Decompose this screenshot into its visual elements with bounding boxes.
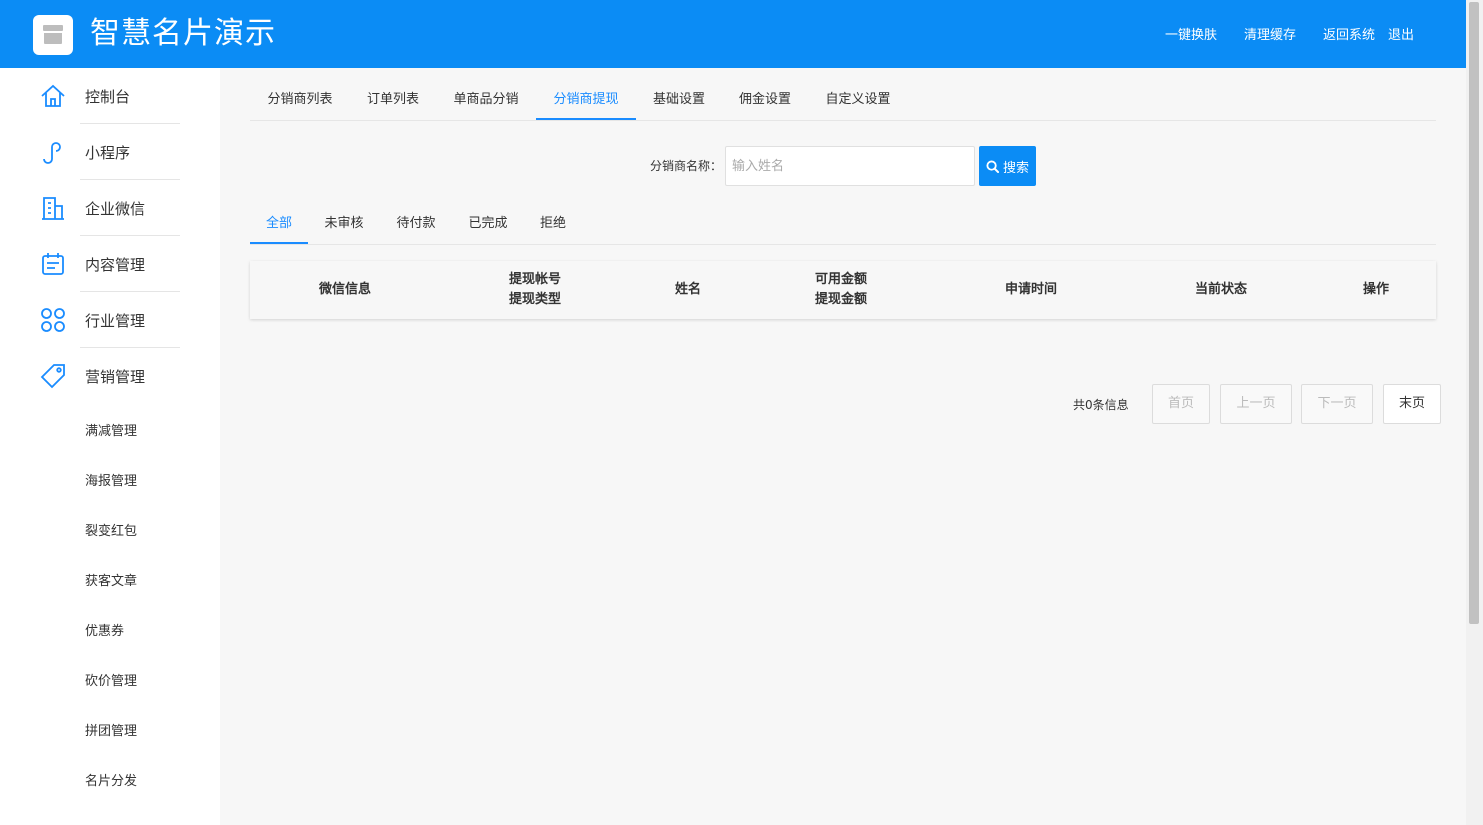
link-icon (43, 142, 61, 164)
top-tabs: 分销商列表 订单列表 单商品分销 分销商提现 基础设置 佣金设置 自定义设置 (250, 80, 1436, 121)
pager-total: 共0条信息 (1073, 398, 1129, 412)
search-button-label: 搜索 (1002, 160, 1029, 176)
tab-order-list[interactable]: 订单列表 (350, 80, 436, 120)
sidebar-item-label: 小程序 (85, 144, 131, 162)
top-header: 智慧名片演示 一键换肤 清理缓存 返回系统 退出 (0, 0, 1466, 68)
sidebar-item-content[interactable]: 内容管理 (0, 236, 220, 292)
tab-basic-settings[interactable]: 基础设置 (636, 80, 722, 120)
return-system-link[interactable]: 返回系统 (1323, 24, 1375, 43)
sidebar-subitem[interactable]: 砍价管理 (85, 670, 137, 689)
building-icon (42, 197, 64, 220)
sidebar-item-label: 营销管理 (85, 368, 146, 386)
sidebar-subitem[interactable]: 获客文章 (85, 570, 137, 589)
app-title: 智慧名片演示 (90, 16, 276, 51)
sidebar-subitem[interactable]: 拼团管理 (85, 720, 137, 739)
change-skin-link[interactable]: 一键换肤 (1165, 24, 1217, 43)
sidebar-item-label: 控制台 (85, 88, 131, 106)
column-header-name: 姓名 (674, 282, 701, 297)
tab-withdrawal[interactable]: 分销商提现 (536, 80, 636, 120)
tab-commission-settings[interactable]: 佣金设置 (722, 80, 808, 120)
scrollbar-thumb[interactable] (1469, 2, 1479, 624)
column-header-status: 当前状态 (1194, 282, 1247, 297)
column-header-withdraw-account: 提现帐号 提现类型 (508, 272, 561, 307)
tag-icon (40, 364, 65, 389)
search-button[interactable]: 搜索 (979, 146, 1036, 186)
status-tab-pending-review[interactable]: 未审核 (308, 205, 380, 244)
sidebar: 控制台 小程序 企业微信 内容管理 行业管理 营销管理 满减管理 海报管理 裂变… (0, 68, 220, 825)
shop-icon (43, 25, 63, 44)
sidebar-subitem[interactable]: 海报管理 (85, 470, 137, 489)
logo (33, 15, 73, 55)
tab-single-product[interactable]: 单商品分销 (436, 80, 536, 120)
search-row: 分销商名称： 搜索 (250, 146, 1436, 186)
table-header: 微信信息 提现帐号 提现类型 姓名 可用金额 提现金额 申请时间 当前状态 操作 (250, 261, 1436, 319)
next-page-button[interactable]: 下一页 (1301, 384, 1373, 424)
sidebar-item-label: 企业微信 (85, 200, 146, 218)
sidebar-subitem[interactable]: 名片分发 (85, 770, 137, 789)
search-input[interactable] (725, 146, 975, 186)
sidebar-item-dashboard[interactable]: 控制台 (0, 68, 220, 124)
tab-distributor-list[interactable]: 分销商列表 (250, 80, 350, 120)
last-page-button[interactable]: 末页 (1383, 384, 1441, 424)
sidebar-subitem[interactable]: 裂变红包 (85, 520, 137, 539)
search-label: 分销商名称： (650, 159, 723, 173)
sidebar-subitem[interactable]: 优惠券 (85, 620, 124, 639)
status-tab-pending-payment[interactable]: 待付款 (380, 205, 452, 244)
vertical-scrollbar[interactable] (1466, 0, 1483, 825)
sidebar-item-marketing[interactable]: 营销管理 (0, 348, 220, 404)
status-tab-all[interactable]: 全部 (250, 205, 308, 244)
column-header-apply-time: 申请时间 (1004, 282, 1057, 297)
status-tab-completed[interactable]: 已完成 (452, 205, 524, 244)
header-links: 一键换肤 清理缓存 返回系统 退出 (1138, 24, 1414, 43)
clear-cache-link[interactable]: 清理缓存 (1244, 24, 1296, 43)
pagination: 共0条信息 首页 上一页 下一页 末页 (250, 384, 1441, 424)
prev-page-button[interactable]: 上一页 (1220, 384, 1292, 424)
sidebar-subitem[interactable]: 满减管理 (85, 420, 137, 439)
column-header-amount: 可用金额 提现金额 (814, 272, 867, 307)
sidebar-item-miniprogram[interactable]: 小程序 (0, 124, 220, 180)
status-tabs: 全部 未审核 待付款 已完成 拒绝 (250, 205, 1436, 245)
grid-icon (41, 308, 65, 332)
search-icon (986, 159, 999, 173)
sidebar-item-label: 行业管理 (85, 312, 146, 330)
first-page-button[interactable]: 首页 (1152, 384, 1210, 424)
column-header-wechat-info: 微信信息 (318, 282, 371, 297)
home-icon (41, 84, 65, 107)
sidebar-item-label: 内容管理 (85, 256, 146, 274)
sidebar-item-wework[interactable]: 企业微信 (0, 180, 220, 236)
status-tab-rejected[interactable]: 拒绝 (524, 205, 582, 244)
calendar-icon (42, 253, 64, 275)
tab-custom-settings[interactable]: 自定义设置 (808, 80, 908, 120)
logout-link[interactable]: 退出 (1388, 24, 1414, 43)
column-header-actions: 操作 (1362, 282, 1389, 297)
sidebar-item-industry[interactable]: 行业管理 (0, 292, 220, 348)
